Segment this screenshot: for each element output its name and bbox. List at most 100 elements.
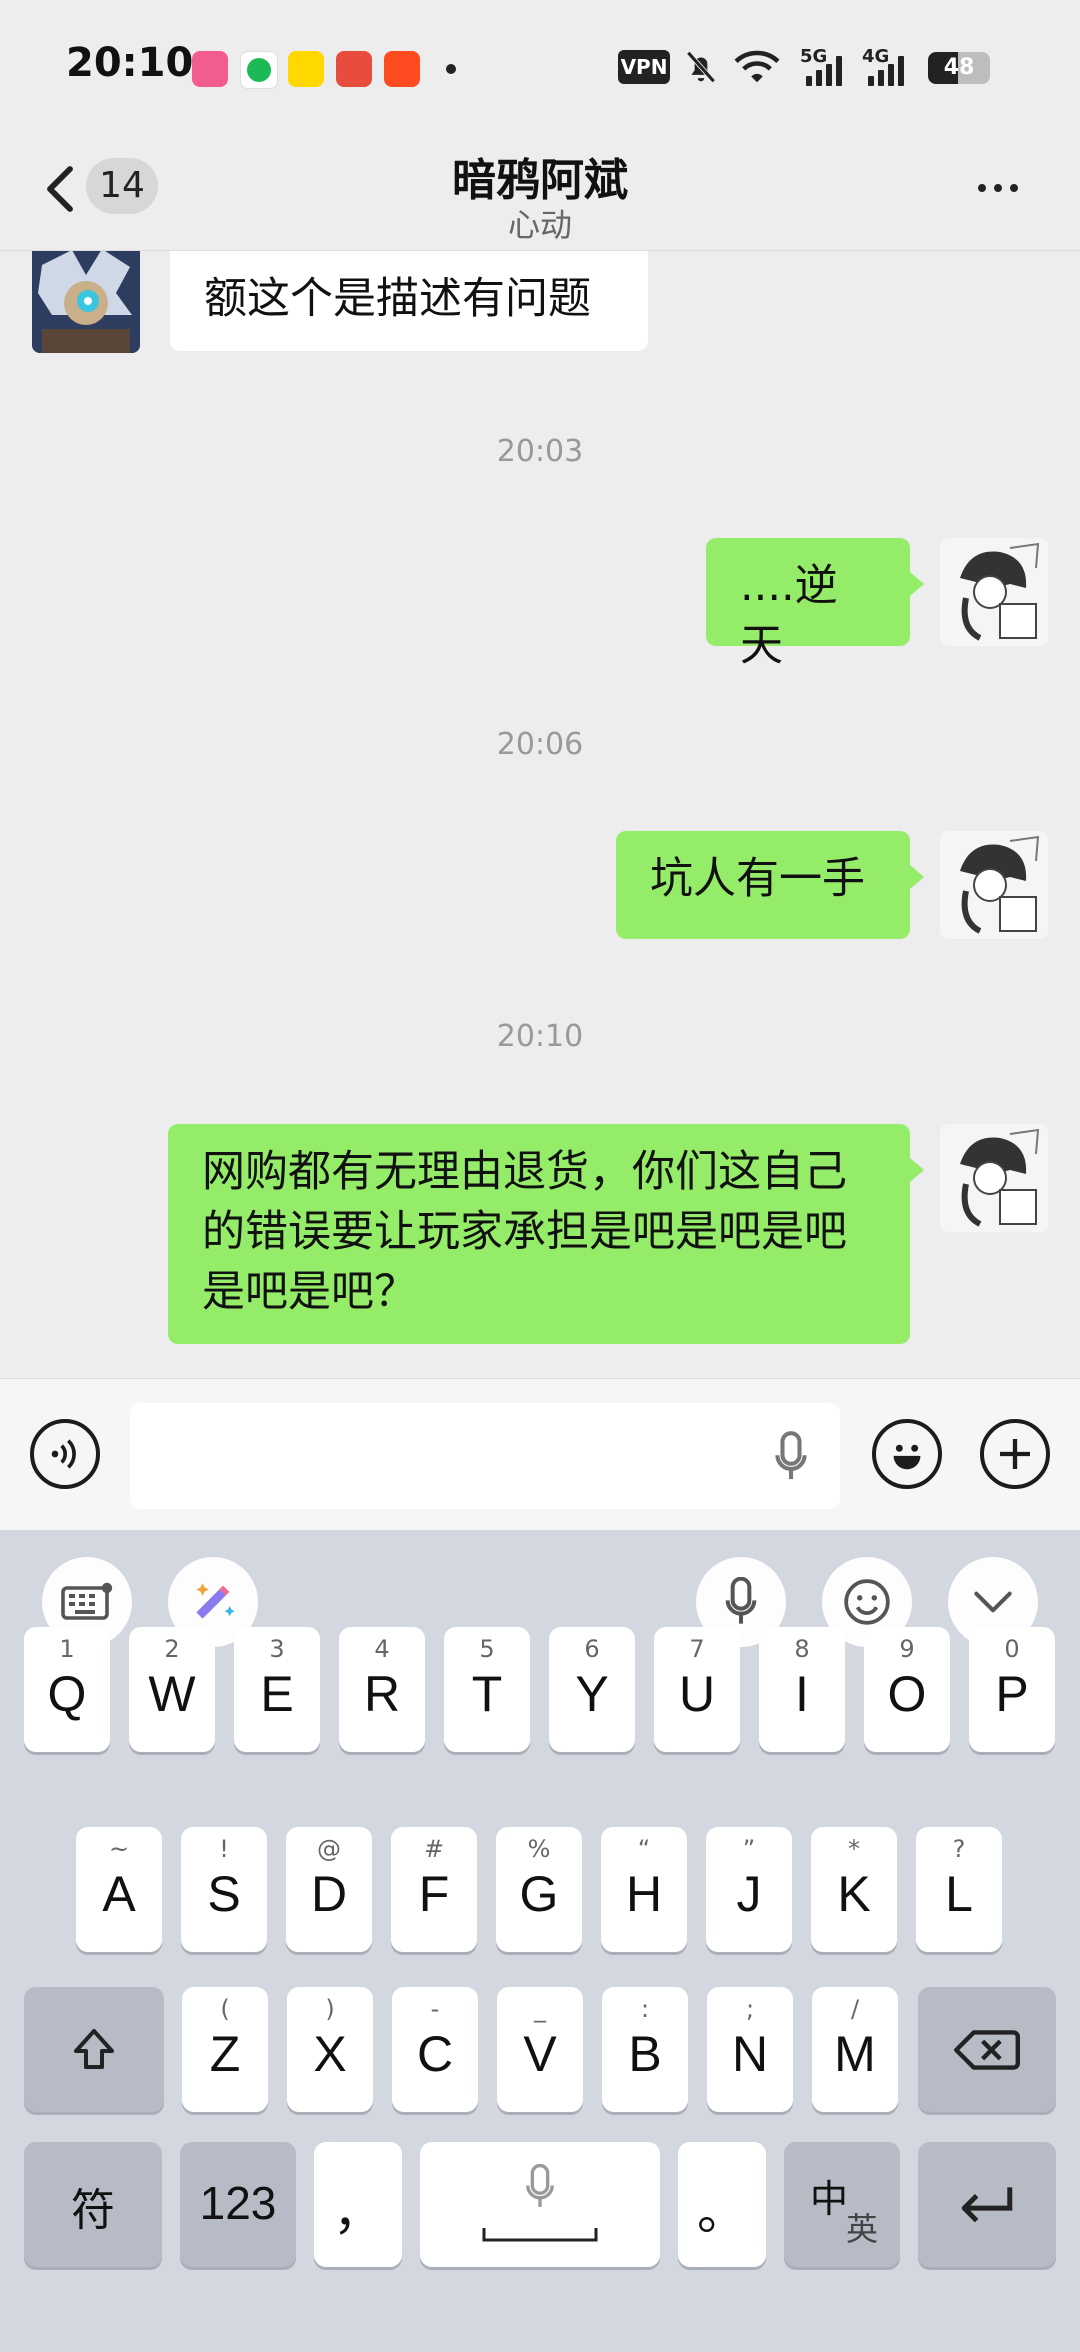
key-letter-label: L [945,1866,973,1922]
key-hint-label: 7 [689,1635,705,1663]
key-letter-label: J [736,1866,762,1922]
chat-header: 14 暗鸦阿斌 心动 [0,130,1080,251]
key-hint-label: 0 [1004,1635,1020,1663]
key-b[interactable]: :B [602,1987,688,2112]
key-letter-label: M [834,2026,876,2082]
key-d[interactable]: @ D [286,1827,372,1952]
key-letter-label: Z [209,2026,241,2082]
add-more-button[interactable] [980,1419,1050,1489]
key-e[interactable]: 3E [234,1627,320,1752]
key-k[interactable]: * K [811,1827,897,1952]
key-hint-label: 8 [794,1635,810,1663]
smiley-icon [844,1579,890,1625]
space-key[interactable] [420,2142,660,2267]
my-avatar[interactable] [940,1124,1048,1232]
key-g[interactable]: % G [496,1827,582,1952]
signal2-bars-icon [868,56,904,86]
enter-key[interactable] [918,2142,1056,2267]
lang-en-label: 英 [846,2210,879,2248]
message-input[interactable] [130,1403,840,1509]
key-letter-label: N [731,2026,769,2082]
key-letter-label: D [310,1866,348,1922]
microphone-icon[interactable] [774,1431,808,1483]
comma-key[interactable]: ， [314,2142,402,2267]
emoji-button[interactable] [872,1419,942,1489]
key-hint-label: ? [952,1835,966,1863]
key-letter-label: B [628,2026,662,2082]
vpn-icon: VPN [618,50,670,84]
key-c[interactable]: -C [392,1987,478,2112]
message-timestamp: 20:10 [496,1019,584,1054]
backspace-key[interactable] [918,1987,1056,2112]
symbol-key[interactable]: 符 [24,2142,162,2267]
voice-mode-button[interactable] [30,1419,100,1489]
key-hint-label: ; [745,1995,755,2023]
key-v[interactable]: _ V [497,1987,583,2112]
keyboard-icon [61,1582,113,1620]
key-z[interactable]: (Z [182,1987,268,2112]
space-mic-icon [526,2164,554,2207]
key-a[interactable]: ~ A [76,1827,162,1952]
shift-arrow-icon [74,2029,114,2069]
key-u[interactable]: 7U [654,1627,740,1752]
key-hint-label: : [640,1995,650,2023]
message-list[interactable]: 额这个是描述有问题 20:03 ....逆天 20:06 坑人有一手 20:10… [0,251,1080,1378]
key-letter-label: X [313,2026,347,2082]
key-q[interactable]: 1Q [24,1627,110,1752]
chat-title: 暗鸦阿斌 [452,155,628,206]
key-f[interactable]: # F [391,1827,477,1952]
message-bubble-outgoing[interactable]: 网购都有无理由退货，你们这自己的错误要让玩家承担是吧是吧是吧是吧是吧？ [168,1124,924,1344]
key-hint-label: @ [317,1835,341,1863]
contact-avatar[interactable] [32,251,140,353]
message-bubble-outgoing[interactable]: ....逆天 [706,538,924,671]
key-hint-label: - [430,1995,440,2023]
key-hint-label: / [850,1995,860,2023]
mute-bell-icon [686,51,716,83]
key-i[interactable]: 8I [759,1627,845,1752]
key-hint-label: ” [742,1835,756,1863]
key-letter-label: Y [575,1666,609,1722]
magic-pen-icon [196,1583,235,1619]
shift-key[interactable] [24,1987,164,2112]
key-t[interactable]: 5T [444,1627,530,1752]
key-h[interactable]: “H [601,1827,687,1952]
key-letter-label: I [795,1666,809,1722]
key-w[interactable]: 2W [129,1627,215,1752]
key-hint-label: 1 [59,1635,75,1663]
status-time: 20:10 [66,40,194,86]
key-letter-label: Q [47,1666,87,1722]
key-p[interactable]: 0P [969,1627,1055,1752]
key-hint-label: # [423,1835,445,1863]
key-x[interactable]: ) X [287,1987,373,2112]
status-bar: 20:10 VPN 5G 4G 48 [0,0,1080,130]
key-y[interactable]: 6Y [549,1627,635,1752]
key-r[interactable]: 4R [339,1627,425,1752]
key-letter-label: U [678,1666,716,1722]
voice-wave-icon [51,1439,76,1469]
battery-icon: 48 [928,52,990,84]
key-o[interactable]: 9O [864,1627,950,1752]
key-m[interactable]: / M [812,1987,898,2112]
message-timestamp: 20:06 [496,727,584,762]
input-bar [0,1378,1080,1531]
battery-level: 48 [943,55,975,80]
message-bubble-incoming[interactable]: 额这个是描述有问题 [170,251,648,351]
spotify-icon [240,51,278,89]
message-bubble-outgoing[interactable]: 坑人有一手 [616,831,924,939]
key-l[interactable]: ? L [916,1827,1002,1952]
number-key[interactable]: 123 [180,2142,296,2267]
key-hint-label: * [848,1835,860,1863]
language-switch-key[interactable]: 中 英 [784,2142,900,2267]
key-s[interactable]: ! S [181,1827,267,1952]
more-options-icon[interactable] [978,184,1018,192]
key-hint-label: ~ [108,1835,130,1863]
taobao-icon [384,51,420,87]
enter-icon [961,2187,1013,2223]
my-avatar[interactable] [940,831,1048,939]
my-avatar[interactable] [940,538,1048,646]
wifi-icon [734,50,780,83]
period-key[interactable]: 。 [678,2142,766,2267]
lang-zh-label: 中 [810,2177,849,2221]
key-j[interactable]: ” J [706,1827,792,1952]
key-n[interactable]: ; N [707,1987,793,2112]
